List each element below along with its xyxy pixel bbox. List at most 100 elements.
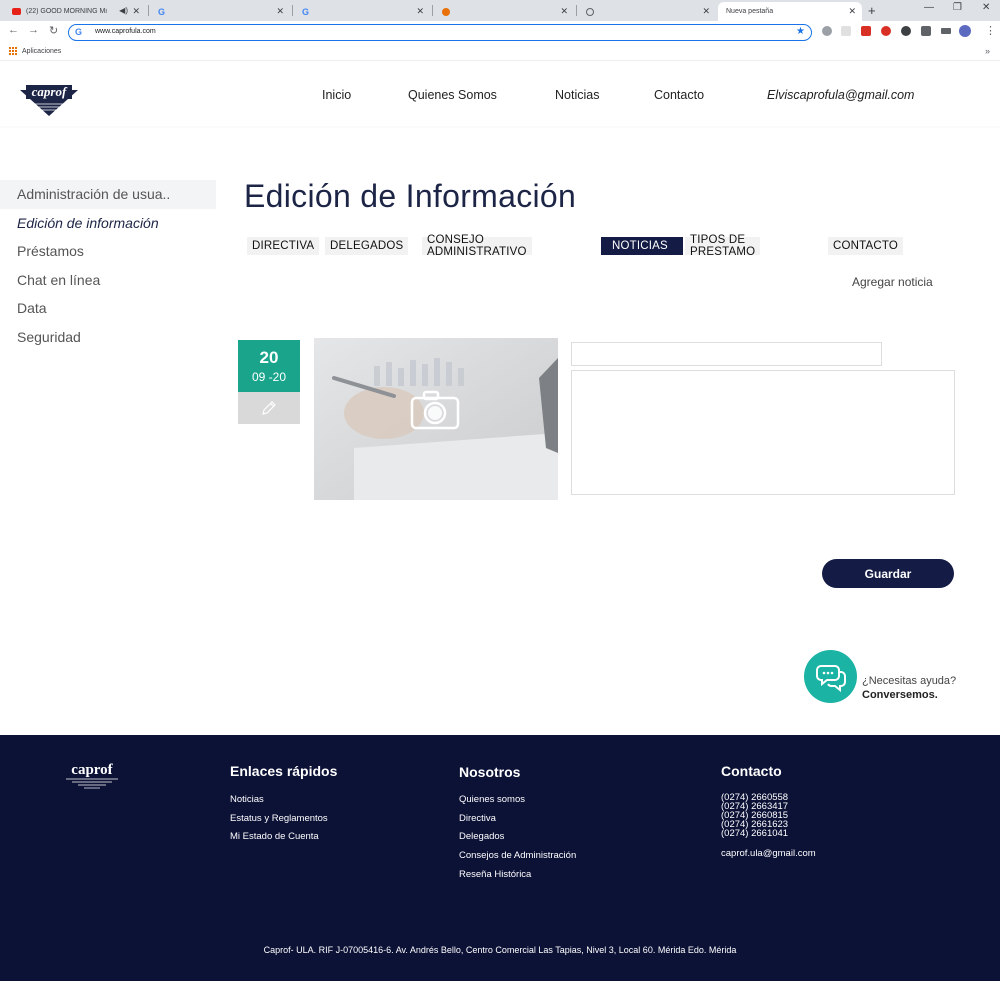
chat-button[interactable] bbox=[804, 650, 857, 703]
save-button[interactable]: Guardar bbox=[822, 559, 954, 588]
apps-shortcut[interactable]: Aplicaciones bbox=[9, 47, 61, 55]
youtube-icon bbox=[12, 8, 21, 15]
browser-tab-title: Nueva pestaña bbox=[726, 8, 774, 15]
nav-contacto[interactable]: Contacto bbox=[654, 88, 704, 102]
browser-tab-4[interactable]: ✕ bbox=[578, 2, 716, 21]
extension-icon[interactable] bbox=[822, 26, 832, 36]
footer-quick-links-title: Enlaces rápidos bbox=[230, 763, 338, 779]
browser-tab-google-2[interactable]: G ✕ bbox=[294, 2, 430, 21]
news-photo bbox=[314, 338, 558, 500]
footer-link-estado-cuenta[interactable]: Mi Estado de Cuenta bbox=[230, 831, 319, 842]
sidebar-item-prestamos[interactable]: Préstamos bbox=[0, 237, 216, 266]
speaker-icon: ◀) bbox=[119, 6, 128, 15]
back-icon[interactable]: ← bbox=[8, 24, 19, 36]
tab-noticias[interactable]: NOTICIAS bbox=[601, 237, 683, 255]
footer-nosotros-title: Nosotros bbox=[459, 764, 521, 780]
footer-link-resena[interactable]: Reseña Histórica bbox=[459, 869, 531, 880]
bookmark-star-icon[interactable]: ★ bbox=[796, 26, 805, 37]
google-icon: G bbox=[302, 6, 310, 17]
extension-icon[interactable] bbox=[861, 26, 871, 36]
close-tab-icon[interactable]: ✕ bbox=[702, 6, 710, 17]
browser-tab-active[interactable]: Nueva pestaña ✕ bbox=[718, 2, 862, 21]
add-news-link[interactable]: Agregar noticia bbox=[852, 275, 933, 289]
site-favicon-icon bbox=[442, 7, 450, 16]
footer-link-directiva[interactable]: Directiva bbox=[459, 813, 496, 824]
opera-icon[interactable] bbox=[881, 26, 891, 36]
browser-tab-3[interactable]: ✕ bbox=[434, 2, 574, 21]
news-image-upload[interactable] bbox=[314, 338, 558, 500]
tab-consejo-administrativo[interactable]: CONSEJO ADMINISTRATIVO bbox=[422, 234, 532, 258]
tab-separator bbox=[576, 5, 577, 16]
sidebar-item-edicion[interactable]: Edición de información bbox=[0, 209, 216, 238]
footer-contact-email[interactable]: caprof.ula@gmail.com bbox=[721, 848, 816, 859]
minimize-icon[interactable]: — bbox=[924, 2, 934, 13]
footer-phone: (0274) 2661041 bbox=[721, 828, 789, 839]
close-tab-icon[interactable]: ✕ bbox=[276, 6, 284, 17]
globe-icon bbox=[586, 7, 594, 16]
tab-directiva[interactable]: DIRECTIVA bbox=[247, 237, 320, 255]
address-url: www.caprofula.com bbox=[95, 28, 156, 35]
news-title-input[interactable] bbox=[571, 342, 882, 366]
news-body-textarea[interactable] bbox=[571, 370, 955, 495]
restore-icon[interactable]: ❐ bbox=[953, 2, 962, 13]
footer-logo[interactable]: caprof bbox=[62, 759, 122, 795]
apps-grid-icon bbox=[9, 47, 17, 55]
footer-contacto-title: Contacto bbox=[721, 763, 782, 779]
close-window-icon[interactable]: ✕ bbox=[982, 2, 990, 13]
nav-noticias[interactable]: Noticias bbox=[555, 88, 599, 102]
footer-link-consejos[interactable]: Consejos de Administración bbox=[459, 850, 576, 861]
close-tab-icon[interactable]: ✕ bbox=[132, 6, 140, 17]
chat-help-text[interactable]: ¿Necesitas ayuda? bbox=[862, 675, 956, 687]
edit-news-button[interactable] bbox=[238, 392, 300, 424]
extension-icon[interactable] bbox=[901, 26, 911, 36]
footer-link-estatus[interactable]: Estatus y Reglamentos bbox=[230, 813, 328, 824]
browser-tab-title: (22) GOOD MORNING Mi bbox=[26, 8, 107, 15]
google-icon: G bbox=[158, 6, 166, 17]
nav-inicio[interactable]: Inicio bbox=[322, 88, 351, 102]
nav-quienes-somos[interactable]: Quienes Somos bbox=[408, 88, 497, 102]
puzzle-icon[interactable] bbox=[921, 26, 931, 36]
pencil-icon bbox=[262, 401, 276, 415]
browser-tab-youtube[interactable]: (22) GOOD MORNING Mi ◀) ✕ bbox=[4, 2, 146, 21]
tab-separator bbox=[432, 5, 433, 16]
caprof-logo[interactable]: caprof bbox=[18, 82, 80, 118]
footer-link-quienes-somos[interactable]: Quienes somos bbox=[459, 794, 525, 805]
sidebar-item-seguridad[interactable]: Seguridad bbox=[0, 323, 216, 352]
chat-conversemos-text[interactable]: Conversemos. bbox=[862, 689, 938, 701]
news-month: 09 -20 bbox=[251, 370, 287, 384]
apps-label: Aplicaciones bbox=[22, 47, 62, 55]
svg-text:caprof: caprof bbox=[32, 84, 68, 99]
site-header: caprof Inicio Quienes Somos Noticias Con… bbox=[0, 62, 1000, 126]
new-tab-icon[interactable]: + bbox=[868, 3, 876, 18]
close-tab-icon[interactable]: ✕ bbox=[416, 6, 424, 17]
header-email[interactable]: Elviscaprofula@gmail.com bbox=[767, 88, 914, 102]
tab-separator bbox=[292, 5, 293, 16]
sidebar-item-data[interactable]: Data bbox=[0, 294, 216, 323]
reload-icon[interactable]: ↻ bbox=[49, 24, 58, 37]
tab-tipos-de-prestamo[interactable]: TIPOS DE PRESTAMO bbox=[685, 234, 761, 258]
footer-link-delegados[interactable]: Delegados bbox=[459, 831, 504, 842]
footer-copyright: Caprof- ULA. RIF J-07005416-6. Av. André… bbox=[263, 945, 737, 955]
playlist-icon[interactable] bbox=[941, 28, 951, 34]
menu-icon[interactable]: ⋮ bbox=[985, 24, 996, 37]
google-icon: G bbox=[75, 27, 83, 37]
address-bar[interactable]: G www.caprofula.com ★ bbox=[68, 24, 812, 41]
close-tab-icon[interactable]: ✕ bbox=[560, 6, 568, 17]
news-day: 20 bbox=[259, 348, 279, 367]
forward-icon[interactable]: → bbox=[28, 24, 39, 36]
tab-delegados[interactable]: DELEGADOS bbox=[325, 237, 409, 255]
admin-sidebar: Administración de usua.. Edición de info… bbox=[0, 180, 216, 351]
tab-contacto[interactable]: CONTACTO bbox=[828, 237, 904, 255]
news-date-badge: 20 09 -20 bbox=[238, 340, 300, 392]
sidebar-item-chat[interactable]: Chat en línea bbox=[0, 266, 216, 295]
extension-icon[interactable] bbox=[841, 26, 851, 36]
close-tab-icon[interactable]: ✕ bbox=[848, 6, 856, 17]
sidebar-item-administracion[interactable]: Administración de usua.. bbox=[0, 180, 216, 209]
browser-tabstrip: (22) GOOD MORNING Mi ◀) ✕ G ✕ G ✕ ✕ ✕ Nu… bbox=[0, 0, 1000, 21]
footer-link-noticias[interactable]: Noticias bbox=[230, 794, 264, 805]
avatar-icon[interactable] bbox=[959, 25, 971, 37]
tab-separator bbox=[148, 5, 149, 16]
browser-tab-google-1[interactable]: G ✕ bbox=[150, 2, 290, 21]
bookmarks-more-icon[interactable]: » bbox=[985, 46, 990, 56]
svg-text:caprof: caprof bbox=[71, 762, 113, 778]
